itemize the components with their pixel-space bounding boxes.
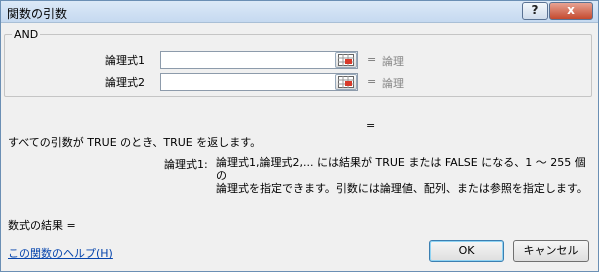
- param-help-text: 論理式1,論理式2,... には結果が TRUE または FALSE になる、1…: [216, 156, 591, 195]
- arg2-label: 論理式2: [105, 76, 145, 89]
- function-help-link[interactable]: この関数のヘルプ(H): [8, 245, 113, 261]
- help-icon[interactable]: ?: [522, 2, 548, 20]
- arg1-input[interactable]: [160, 51, 358, 69]
- arg1-equals: =: [367, 53, 377, 66]
- arg2-input[interactable]: [160, 73, 358, 91]
- param-help-name: 論理式1:: [164, 158, 208, 171]
- ok-button[interactable]: OK: [429, 240, 504, 262]
- arg1-range-select-icon[interactable]: [335, 52, 357, 68]
- arg2-equals: =: [367, 75, 377, 88]
- function-description: すべての引数が TRUE のとき、TRUE を返します。: [8, 136, 262, 149]
- arg2-result: 論理: [382, 77, 404, 90]
- arg1-label: 論理式1: [105, 54, 145, 67]
- formula-result-label: 数式の結果 =: [8, 219, 76, 232]
- close-icon[interactable]: x: [549, 2, 593, 20]
- arg2-range-select-icon[interactable]: [335, 74, 357, 90]
- dialog-title: 関数の引数: [7, 7, 68, 21]
- function-name: AND: [12, 28, 41, 41]
- cancel-button[interactable]: キャンセル: [513, 240, 589, 262]
- param-help-line2: 論理式を指定できます。引数には論理値、配列、または参照を指定します。: [216, 182, 588, 195]
- title-bar: 関数の引数 ? x: [1, 1, 598, 23]
- formula-equals: =: [366, 119, 376, 132]
- param-help-line1: 論理式1,論理式2,... には結果が TRUE または FALSE になる、1…: [216, 156, 586, 182]
- arg1-result: 論理: [382, 55, 404, 68]
